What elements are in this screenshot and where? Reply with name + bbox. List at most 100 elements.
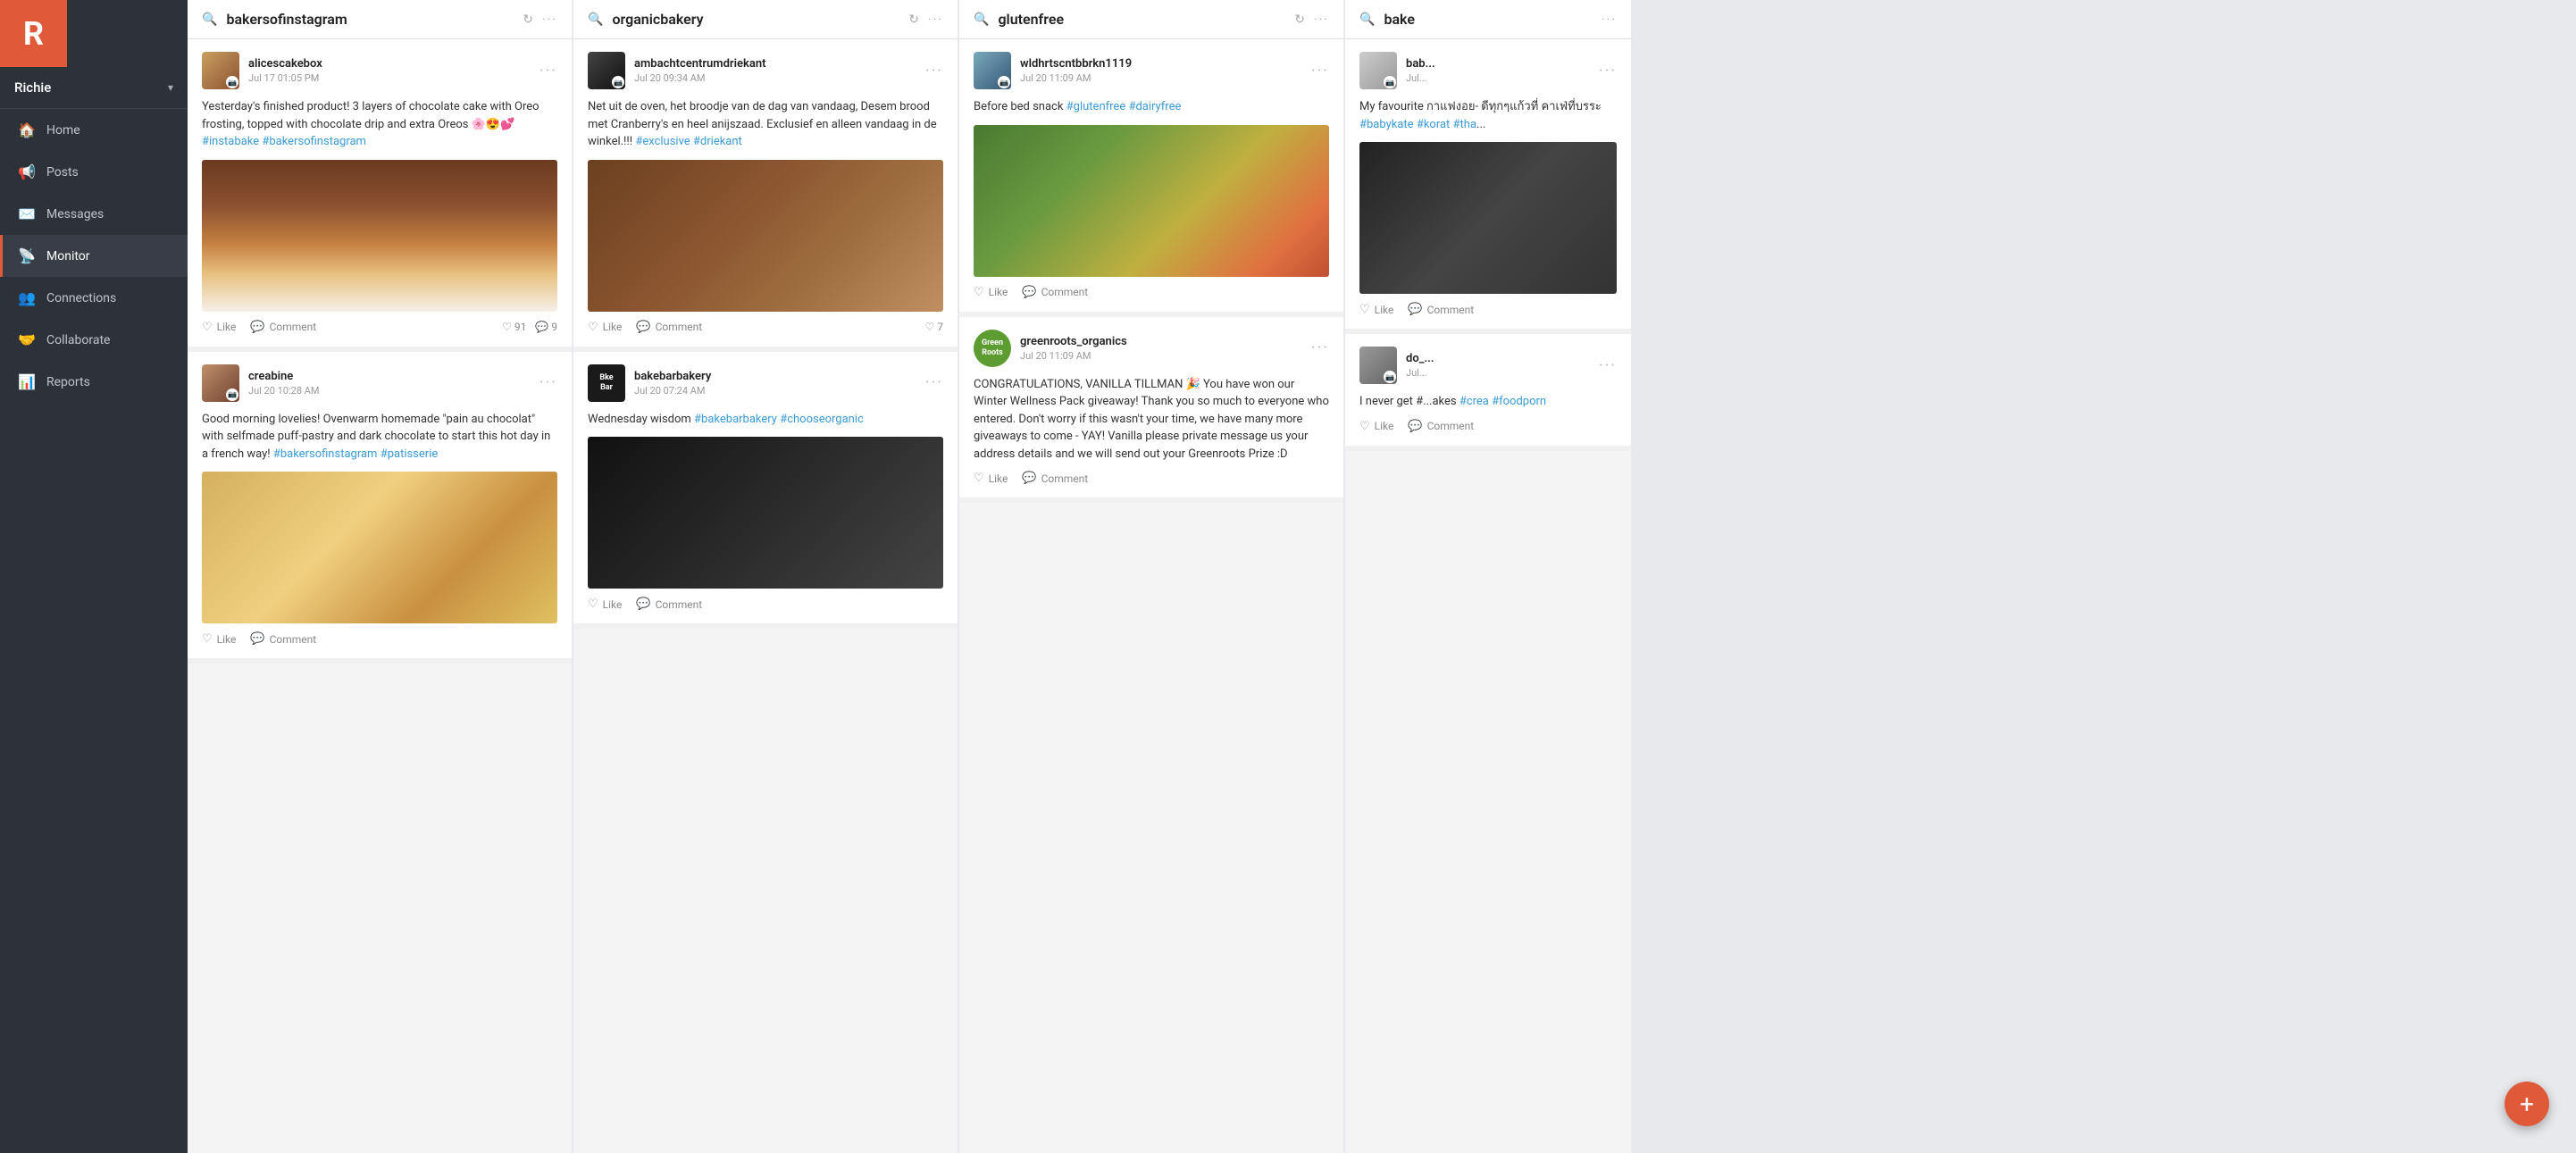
post-text: I never get #...akes #crea #foodporn bbox=[1359, 393, 1617, 411]
post-time: Jul 20 09:34 AM bbox=[634, 72, 916, 84]
instagram-badge: 📷 bbox=[1384, 371, 1396, 383]
comment-button[interactable]: 💬 Comment bbox=[1408, 420, 1474, 433]
post-meta: bakebarbakery Jul 20 07:24 AM bbox=[634, 370, 916, 397]
post-footer: ♡ Like 💬 Comment ♡ 7 bbox=[588, 321, 943, 334]
post-image bbox=[202, 160, 557, 312]
sidebar-chevron-icon: ▾ bbox=[168, 81, 173, 94]
comment-icon: 💬 bbox=[636, 597, 650, 611]
sidebar-item-label: Collaborate bbox=[46, 333, 110, 347]
sidebar-item-posts[interactable]: 📢Posts bbox=[0, 151, 188, 193]
post-more-icon[interactable]: ··· bbox=[925, 62, 943, 80]
post-meta: alicescakebox Jul 17 01:05 PM bbox=[248, 57, 531, 84]
post-more-icon[interactable]: ··· bbox=[1311, 62, 1329, 80]
column-glutenfree: 🔍 glutenfree ↻ ··· 📷 wldhrtscntbbrkn1119… bbox=[959, 0, 1343, 1153]
like-button[interactable]: ♡ Like bbox=[1359, 420, 1393, 433]
like-button[interactable]: ♡ Like bbox=[974, 286, 1008, 299]
sidebar-item-connections[interactable]: 👥Connections bbox=[0, 277, 188, 319]
sidebar-item-label: Home bbox=[46, 123, 80, 138]
column-title: bakersofinstagram bbox=[226, 11, 514, 28]
hashtag-link[interactable]: #driekant bbox=[693, 135, 742, 148]
more-icon[interactable]: ··· bbox=[928, 13, 943, 27]
like-label: Like bbox=[603, 321, 623, 333]
hashtag-link[interactable]: #foodporn bbox=[1492, 395, 1546, 408]
post-time: Jul... bbox=[1406, 367, 1590, 379]
more-icon[interactable]: ··· bbox=[542, 13, 557, 27]
avatar: GreenRoots bbox=[974, 330, 1011, 367]
post-card: BkeBar bakebarbakery Jul 20 07:24 AM ···… bbox=[573, 352, 958, 630]
hashtag-link[interactable]: #dairyfree bbox=[1128, 100, 1181, 113]
like-button[interactable]: ♡ Like bbox=[1359, 303, 1393, 316]
hashtag-link[interactable]: #babykate bbox=[1359, 118, 1414, 131]
like-icon: ♡ bbox=[202, 632, 213, 646]
sidebar-item-reports[interactable]: 📊Reports bbox=[0, 361, 188, 403]
avatar: 📷 bbox=[202, 364, 239, 402]
post-more-icon[interactable]: ··· bbox=[1599, 62, 1617, 80]
like-icon: ♡ bbox=[1359, 420, 1370, 433]
post-image bbox=[1359, 142, 1617, 294]
hashtag-link[interactable]: #bakersofinstagram bbox=[273, 447, 378, 461]
post-image bbox=[974, 125, 1329, 277]
column-actions: ↻ ··· bbox=[523, 13, 557, 27]
more-icon[interactable]: ··· bbox=[1602, 13, 1617, 27]
hashtag-link[interactable]: #glutenfree bbox=[1066, 100, 1126, 113]
comment-button[interactable]: 💬 Comment bbox=[636, 597, 702, 611]
post-time: Jul 20 07:24 AM bbox=[634, 385, 916, 397]
post-more-icon[interactable]: ··· bbox=[539, 62, 557, 80]
hashtag-link[interactable]: #instabake bbox=[202, 135, 259, 148]
comment-label: Comment bbox=[1041, 286, 1089, 298]
post-text: CONGRATULATIONS, VANILLA TILLMAN 🎉 You h… bbox=[974, 376, 1329, 464]
post-username: do_... bbox=[1406, 352, 1590, 365]
sidebar-item-home[interactable]: 🏠Home bbox=[0, 109, 188, 151]
post-more-icon[interactable]: ··· bbox=[1599, 356, 1617, 375]
hashtag-link[interactable]: #chooseorganic bbox=[780, 413, 864, 426]
comment-button[interactable]: 💬 Comment bbox=[250, 632, 316, 646]
post-more-icon[interactable]: ··· bbox=[925, 373, 943, 392]
hashtag-link[interactable]: #patisserie bbox=[381, 447, 439, 461]
post-text: Wednesday wisdom #bakebarbakery #chooseo… bbox=[588, 411, 943, 429]
column-body: 📷 ambachtcentrumdriekant Jul 20 09:34 AM… bbox=[573, 39, 958, 1153]
more-icon[interactable]: ··· bbox=[1314, 13, 1329, 27]
sidebar-logo: R bbox=[0, 0, 67, 67]
refresh-icon[interactable]: ↻ bbox=[1294, 13, 1305, 27]
fab-button[interactable]: + bbox=[2505, 1082, 2549, 1126]
like-button[interactable]: ♡ Like bbox=[202, 632, 236, 646]
sidebar: R Richie ▾ 🏠Home📢Posts✉️Messages📡Monitor… bbox=[0, 0, 188, 1153]
refresh-icon[interactable]: ↻ bbox=[523, 13, 533, 27]
instagram-badge: 📷 bbox=[998, 76, 1010, 88]
like-button[interactable]: ♡ Like bbox=[202, 321, 236, 334]
like-icon: ♡ bbox=[974, 286, 984, 299]
hashtag-link[interactable]: #exclusive bbox=[635, 135, 690, 148]
like-button[interactable]: ♡ Like bbox=[974, 472, 1008, 485]
post-header: GreenRoots greenroots_organics Jul 20 11… bbox=[974, 330, 1329, 367]
post-more-icon[interactable]: ··· bbox=[539, 373, 557, 392]
comment-label: Comment bbox=[656, 598, 703, 611]
column-search-icon: 🔍 bbox=[588, 13, 603, 27]
avatar: 📷 bbox=[974, 52, 1011, 89]
avatar: 📷 bbox=[588, 52, 625, 89]
hashtag-link[interactable]: #bakersofinstagram bbox=[262, 135, 366, 148]
sidebar-user[interactable]: Richie ▾ bbox=[0, 67, 188, 109]
comment-button[interactable]: 💬 Comment bbox=[250, 321, 316, 334]
post-username: wldhrtscntbbrkn1119 bbox=[1020, 57, 1302, 71]
hashtag-link[interactable]: #bakebarbakery bbox=[694, 413, 777, 426]
refresh-icon[interactable]: ↻ bbox=[908, 13, 919, 27]
hashtag-link[interactable]: #crea bbox=[1459, 395, 1489, 408]
hashtag-link[interactable]: #korat bbox=[1417, 118, 1450, 131]
comment-button[interactable]: 💬 Comment bbox=[636, 321, 702, 334]
hashtag-link[interactable]: #tha bbox=[1453, 118, 1477, 131]
comment-button[interactable]: 💬 Comment bbox=[1022, 472, 1088, 485]
post-card: 📷 wldhrtscntbbrkn1119 Jul 20 11:09 AM ··… bbox=[959, 39, 1343, 317]
sidebar-item-collaborate[interactable]: 🤝Collaborate bbox=[0, 319, 188, 361]
comment-icon: 💬 bbox=[1408, 303, 1422, 316]
column-search-icon: 🔍 bbox=[1359, 13, 1375, 27]
post-text: Net uit de oven, het broodje van de dag … bbox=[588, 98, 943, 151]
sidebar-item-messages[interactable]: ✉️Messages bbox=[0, 193, 188, 235]
comment-button[interactable]: 💬 Comment bbox=[1408, 303, 1474, 316]
sidebar-item-monitor[interactable]: 📡Monitor bbox=[0, 235, 188, 277]
like-button[interactable]: ♡ Like bbox=[588, 597, 622, 611]
like-icon: ♡ bbox=[974, 472, 984, 485]
comment-button[interactable]: 💬 Comment bbox=[1022, 286, 1088, 299]
post-more-icon[interactable]: ··· bbox=[1311, 338, 1329, 357]
sidebar-item-label: Reports bbox=[46, 375, 90, 389]
like-button[interactable]: ♡ Like bbox=[588, 321, 622, 334]
